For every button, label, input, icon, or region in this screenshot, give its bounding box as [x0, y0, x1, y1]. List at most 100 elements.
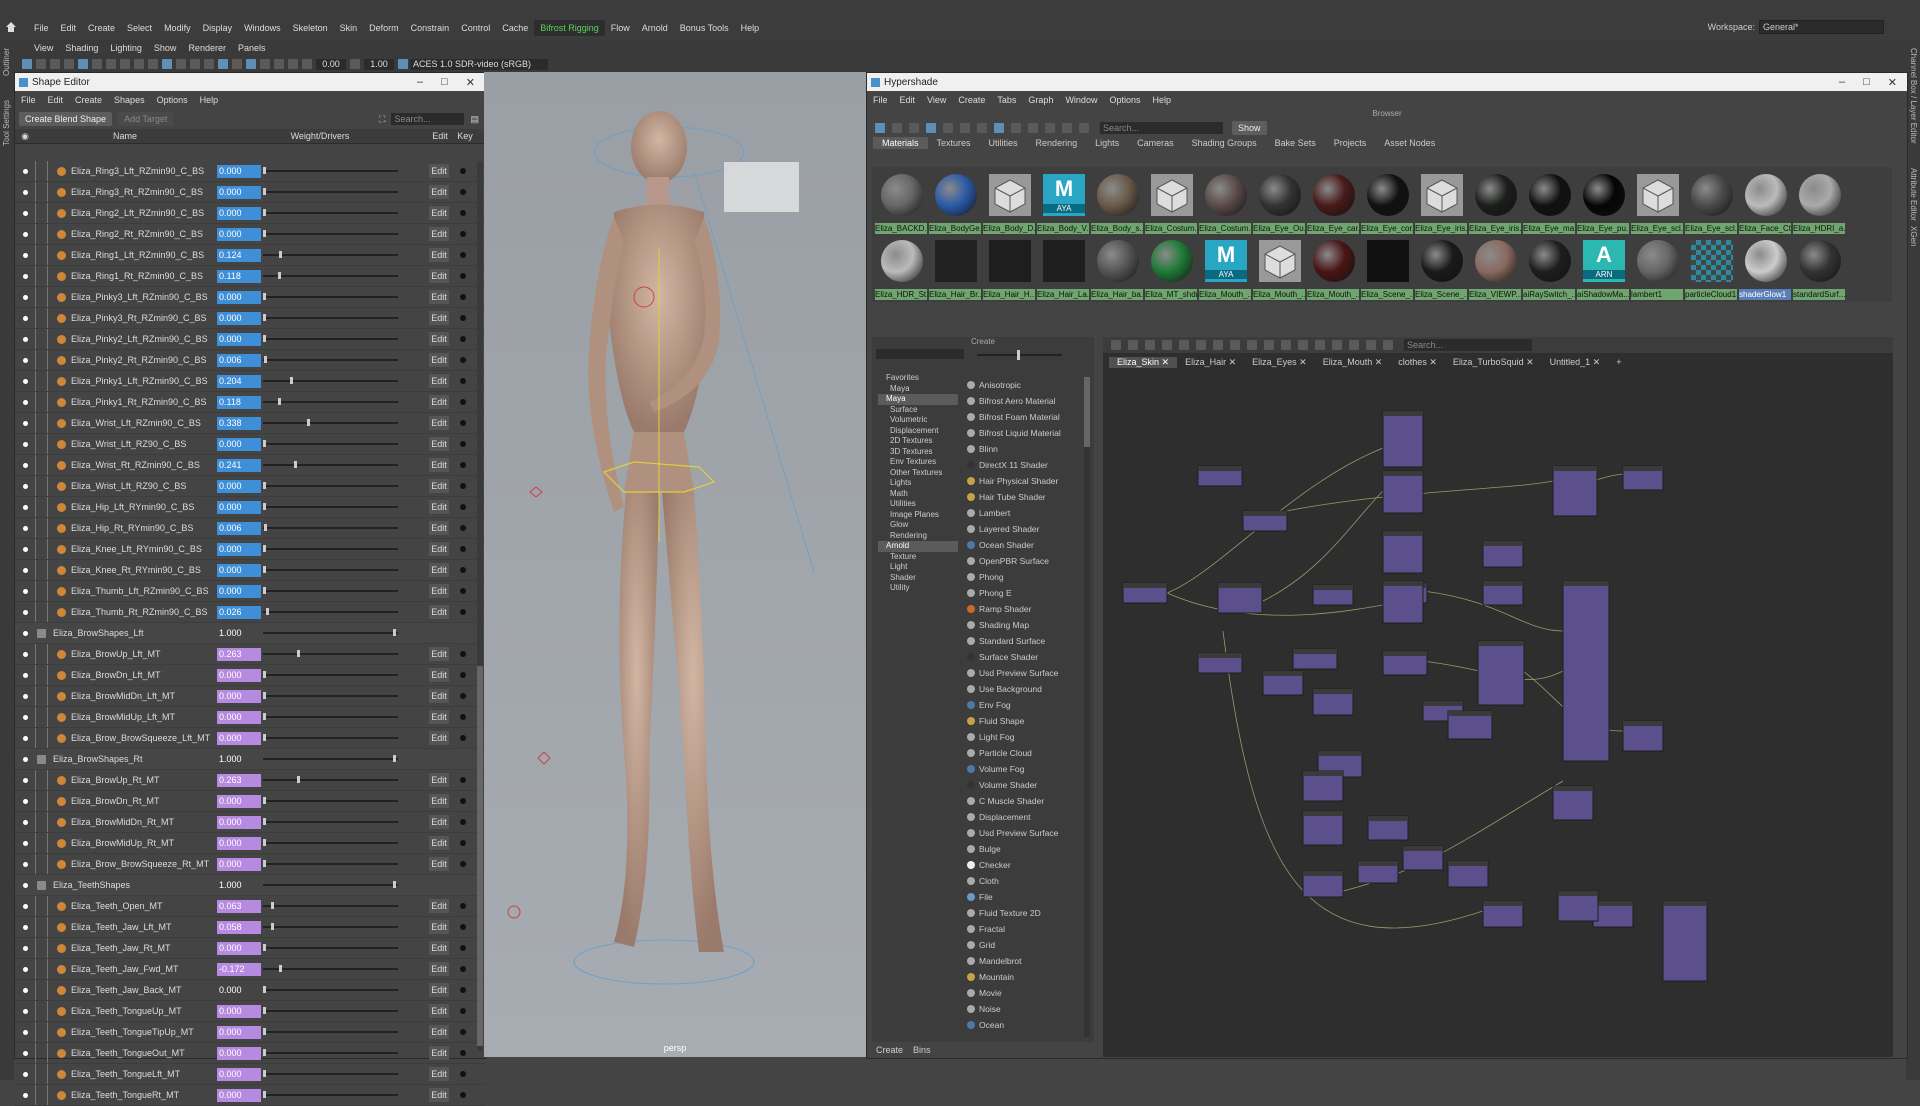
node-graph-canvas[interactable]: [1103, 371, 1893, 1057]
create-category-item[interactable]: Shader: [878, 573, 958, 584]
shape-row[interactable]: Eliza_Teeth_TongueUp_MT 0.000 Edit: [15, 1001, 485, 1022]
weight-field[interactable]: 0.118: [217, 269, 261, 283]
edit-button[interactable]: Edit: [429, 332, 449, 346]
visibility-icon[interactable]: [23, 987, 28, 993]
browser-search-input[interactable]: Search...: [1100, 122, 1223, 134]
tool-settings-tab[interactable]: Tool Settings: [2, 100, 11, 146]
material-swatch[interactable]: shaderGlow1: [1739, 236, 1791, 300]
weight-field[interactable]: 0.000: [217, 500, 261, 514]
key-icon[interactable]: [460, 441, 466, 447]
menu-item-create[interactable]: Create: [82, 20, 121, 36]
browser-tab-textures[interactable]: Textures: [928, 137, 980, 149]
weight-slider[interactable]: [263, 902, 398, 909]
panel-menu-shading[interactable]: Shading: [59, 43, 104, 53]
menu-item-control[interactable]: Control: [455, 20, 496, 36]
edit-button[interactable]: Edit: [429, 500, 449, 514]
visibility-icon[interactable]: [23, 819, 28, 825]
graph-tab[interactable]: Eliza_TurboSquid ✕: [1445, 357, 1542, 368]
key-icon[interactable]: [460, 798, 466, 804]
create-category-item[interactable]: Maya: [878, 394, 958, 405]
depth-icon[interactable]: [274, 59, 284, 69]
material-swatch[interactable]: Eliza_HDR_St...: [875, 236, 927, 300]
edit-button[interactable]: Edit: [429, 605, 449, 619]
shape-row[interactable]: Eliza_Wrist_Lft_RZ90_C_BS 0.000 Edit: [15, 476, 485, 497]
key-icon[interactable]: [460, 483, 466, 489]
edit-button[interactable]: Edit: [429, 164, 449, 178]
graph-tab[interactable]: clothes ✕: [1390, 357, 1445, 368]
shader-node[interactable]: [1592, 900, 1634, 928]
weight-field[interactable]: 0.000: [217, 857, 261, 871]
graph-pin-icon[interactable]: [1366, 340, 1376, 350]
shader-node[interactable]: [1482, 900, 1524, 928]
slider-handle[interactable]: [263, 587, 266, 594]
slider-handle[interactable]: [263, 440, 266, 447]
visibility-icon[interactable]: [23, 273, 28, 279]
weight-field[interactable]: 0.000: [217, 227, 261, 241]
weight-field[interactable]: 0.058: [217, 920, 261, 934]
shape-row[interactable]: Eliza_BrowMidUp_Lft_MT 0.000 Edit: [15, 707, 485, 728]
shape-list-scrollbar[interactable]: [477, 161, 483, 1051]
weight-slider[interactable]: [263, 251, 398, 258]
close-icon[interactable]: ✕: [1888, 76, 1897, 89]
create-node-item[interactable]: Light Fog: [964, 729, 1082, 745]
weight-slider[interactable]: [263, 986, 398, 993]
browser-tab-asset-nodes[interactable]: Asset Nodes: [1375, 137, 1444, 149]
graph-output-icon[interactable]: [1145, 340, 1155, 350]
create-node-item[interactable]: Noise: [964, 1001, 1082, 1017]
menu-item-display[interactable]: Display: [197, 20, 239, 36]
visibility-icon[interactable]: [23, 756, 28, 762]
material-swatch[interactable]: Eliza_Eye_scl...: [1631, 170, 1683, 234]
slider-handle[interactable]: [263, 209, 266, 216]
key-icon[interactable]: [460, 1071, 466, 1077]
weight-field[interactable]: 0.124: [217, 248, 261, 262]
weight-slider[interactable]: [263, 335, 398, 342]
weight-field[interactable]: 1.000: [217, 879, 261, 892]
shape-row[interactable]: Eliza_Wrist_Lft_RZmin90_C_BS 0.338 Edit: [15, 413, 485, 434]
shader-node[interactable]: [1622, 465, 1664, 491]
slider-handle[interactable]: [263, 545, 266, 552]
browser-tab-materials[interactable]: Materials: [873, 137, 928, 149]
slider-handle[interactable]: [263, 293, 266, 300]
create-category-item[interactable]: Favorites: [878, 373, 958, 384]
key-icon[interactable]: [460, 903, 466, 909]
browser-save-icon[interactable]: [1079, 123, 1089, 133]
slider-handle[interactable]: [263, 1070, 266, 1077]
menu-item-select[interactable]: Select: [121, 20, 158, 36]
browser-tab-bake-sets[interactable]: Bake Sets: [1266, 137, 1325, 149]
menu-item-cache[interactable]: Cache: [496, 20, 534, 36]
create-node-item[interactable]: C Muscle Shader: [964, 793, 1082, 809]
shape-row[interactable]: Eliza_BrowShapes_Lft 1.000: [15, 623, 485, 644]
create-node-item[interactable]: Fluid Shape: [964, 713, 1082, 729]
key-icon[interactable]: [460, 273, 466, 279]
weight-slider[interactable]: [263, 608, 398, 615]
weight-field[interactable]: 0.000: [217, 479, 261, 493]
weight-field[interactable]: 0.000: [217, 984, 261, 997]
weight-field[interactable]: 0.006: [217, 521, 261, 535]
weight-field[interactable]: 0.000: [217, 437, 261, 451]
key-icon[interactable]: [460, 231, 466, 237]
shape-row[interactable]: Eliza_Teeth_TongueRt_MT 0.000 Edit: [15, 1085, 485, 1106]
create-category-item[interactable]: Image Planes: [878, 510, 958, 521]
browser-frame-icon[interactable]: [977, 123, 987, 133]
maximize-icon[interactable]: □: [1863, 76, 1870, 89]
graph-full-icon[interactable]: [1281, 340, 1291, 350]
browser-grid-icon[interactable]: [960, 123, 970, 133]
key-icon[interactable]: [460, 462, 466, 468]
key-icon[interactable]: [460, 525, 466, 531]
key-icon[interactable]: [460, 336, 466, 342]
key-icon[interactable]: [460, 1029, 466, 1035]
slider-handle[interactable]: [263, 356, 267, 363]
weight-slider[interactable]: [263, 272, 398, 279]
edit-button[interactable]: Edit: [429, 731, 449, 745]
shape-row[interactable]: Eliza_BrowUp_Lft_MT 0.263 Edit: [15, 644, 485, 665]
shader-node[interactable]: [1242, 510, 1288, 532]
edit-button[interactable]: Edit: [429, 395, 449, 409]
visibility-icon[interactable]: [23, 252, 28, 258]
exposure-icon[interactable]: [302, 59, 312, 69]
shader-node[interactable]: [1382, 650, 1428, 676]
shader-node[interactable]: [1302, 870, 1344, 898]
hs-menu-file[interactable]: File: [867, 95, 894, 105]
visibility-icon[interactable]: [23, 861, 28, 867]
material-swatch[interactable]: particleCloud1: [1685, 236, 1737, 300]
hs-menu-help[interactable]: Help: [1146, 95, 1177, 105]
